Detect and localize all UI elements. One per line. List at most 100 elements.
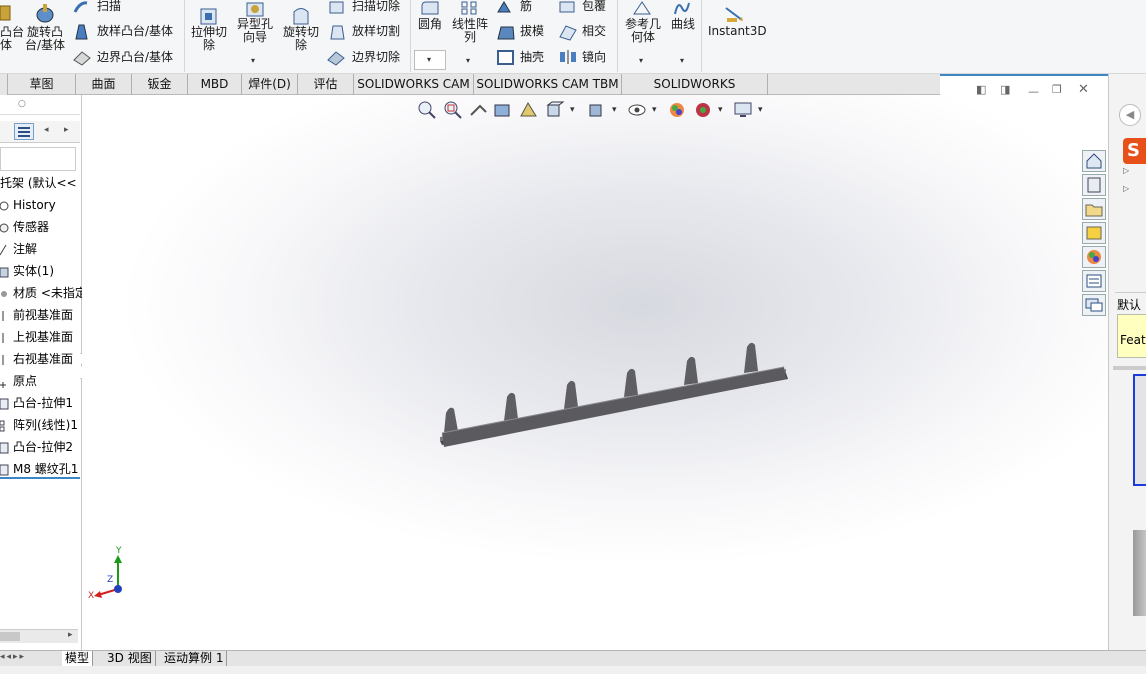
bracket-tooth-3[interactable] (564, 380, 578, 409)
boundary-cut-icon[interactable] (326, 48, 346, 66)
tab-solidworks-cam-tbm[interactable]: SOLIDWORKS CAM TBM (474, 74, 622, 95)
scroll-right-icon[interactable]: ▸ (68, 630, 73, 640)
bracket-base-bar[interactable] (442, 367, 786, 447)
fillet-icon[interactable] (420, 0, 440, 16)
reference-geometry-label-2[interactable]: 何体 (622, 31, 664, 44)
linear-pattern-label-2[interactable]: 列 (449, 31, 491, 44)
swept-cut-label[interactable]: 扫描切除 (352, 0, 400, 13)
previous-view-icon[interactable] (468, 99, 490, 121)
draft-label[interactable]: 拔模 (520, 25, 544, 38)
hide-show-dropdown-icon[interactable]: ▾ (652, 105, 657, 115)
intersect-label[interactable]: 相交 (582, 25, 606, 38)
view-settings-dropdown-icon[interactable]: ▾ (758, 105, 763, 115)
tree-item-label[interactable]: 实体(1) (13, 264, 54, 278)
curves-dropdown-icon[interactable]: ▾ (680, 56, 684, 65)
instant3d-icon[interactable] (723, 4, 747, 24)
extrude-boss-icon[interactable] (0, 2, 12, 24)
sweep-icon[interactable] (72, 0, 90, 14)
fillet-dropdown[interactable]: ▾ (414, 50, 446, 70)
bracket-tooth-1[interactable] (444, 407, 458, 433)
fillet-dropdown-icon[interactable]: ▾ (427, 55, 431, 64)
scrollbar-thumb[interactable] (0, 632, 20, 641)
wrap-label[interactable]: 包覆 (582, 0, 606, 13)
document-prev-icon[interactable]: ◧ (976, 83, 986, 96)
tree-item-label[interactable]: History (13, 198, 56, 212)
wrap-icon[interactable] (558, 0, 578, 14)
close-document-icon[interactable]: ✕ (1078, 82, 1089, 97)
tree-item-sensors[interactable]: 传感器 (0, 217, 49, 237)
hide-show-items-icon[interactable] (626, 99, 648, 121)
preview-thumbnail-2[interactable] (1133, 530, 1146, 616)
tree-item-boss-extrude1[interactable]: 凸台-拉伸1 (0, 393, 73, 413)
boundary-cut-label[interactable]: 边界切除 (352, 51, 400, 64)
part-model-bracket[interactable] (432, 335, 792, 455)
file-explorer-icon[interactable] (1082, 198, 1106, 220)
graphics-area[interactable]: ▾ ▾ ▾ ▾ ▾ ◧ ◨ — ❐ ✕ Y Z X (82, 82, 1108, 650)
bracket-tooth-4[interactable] (624, 368, 638, 397)
tree-item-linear-pattern1[interactable]: 阵列(线性)1 (0, 415, 78, 435)
tab-weldments[interactable]: 焊件(D) (242, 74, 298, 95)
bracket-tooth-6[interactable] (744, 342, 758, 373)
tree-item-front-plane[interactable]: 前视基准面 (0, 305, 73, 325)
dynamic-annotation-view-icon[interactable] (518, 99, 540, 121)
tree-item-label[interactable]: 凸台-拉伸2 (13, 440, 73, 454)
hole-wizard-label-2[interactable]: 向导 (233, 31, 277, 44)
tree-item-label[interactable]: 凸台-拉伸1 (13, 396, 73, 410)
tree-item-label[interactable]: 前视基准面 (13, 308, 73, 322)
back-icon[interactable]: ◀ (1119, 104, 1141, 126)
extrude-cut-icon[interactable] (199, 6, 219, 26)
tree-item-label[interactable]: 右视基准面 (13, 352, 73, 366)
zoom-to-area-icon[interactable] (442, 99, 464, 121)
tab-motion-study-1[interactable]: 运动算例 1 (161, 651, 228, 667)
custom-properties-icon[interactable] (1082, 270, 1106, 292)
apply-scene-icon[interactable] (692, 99, 714, 121)
bracket-tooth-5[interactable] (684, 356, 698, 385)
mirror-label[interactable]: 镜向 (582, 51, 606, 64)
reference-geometry-dropdown-icon[interactable]: ▾ (639, 56, 643, 65)
tree-filter-box[interactable] (0, 147, 76, 171)
section-view-icon[interactable] (492, 99, 514, 121)
tree-item-label[interactable]: 阵列(线性)1 (13, 418, 78, 432)
hole-wizard-icon[interactable] (244, 0, 266, 18)
appearances-icon[interactable] (1082, 246, 1106, 268)
tree-item-history[interactable]: History (0, 195, 56, 215)
view-orientation-dropdown-icon[interactable]: ▾ (570, 105, 575, 115)
intersect-icon[interactable] (558, 23, 578, 41)
rib-label[interactable]: 筋 (520, 0, 532, 13)
mirror-icon[interactable] (558, 48, 578, 66)
tree-item-origin[interactable]: 原点 (0, 371, 37, 391)
revolve-boss-icon[interactable] (34, 2, 56, 24)
tab-sketch[interactable]: 草图 (8, 74, 76, 95)
restore-icon[interactable]: ❐ (1052, 83, 1062, 96)
zoom-to-fit-icon[interactable] (416, 99, 438, 121)
tree-item-label[interactable]: 注解 (13, 242, 37, 256)
display-style-icon[interactable] (586, 99, 608, 121)
tree-item-top-plane[interactable]: 上视基准面 (0, 327, 73, 347)
tree-root-label[interactable]: 托架 (默认<< (0, 176, 77, 190)
curves-label[interactable]: 曲线 (671, 18, 695, 31)
tab-scroll-right-icon[interactable]: ▸ (64, 125, 69, 135)
tab-model[interactable]: 模型 (62, 651, 94, 667)
tab-mbd[interactable]: MBD (188, 74, 242, 95)
tree-root-part[interactable]: 托架 (默认<< (0, 173, 77, 193)
lofted-cut-icon[interactable] (328, 23, 346, 41)
tree-item-label[interactable]: 传感器 (13, 220, 49, 234)
tree-item-label[interactable]: M8 螺纹孔1 (13, 462, 78, 476)
swept-cut-icon[interactable] (328, 0, 346, 14)
loft-boss-label[interactable]: 放样凸台/基体 (97, 25, 173, 38)
tree-expand-icon-2[interactable]: ▷ (1123, 184, 1129, 193)
hole-wizard-dropdown-icon[interactable]: ▾ (251, 56, 255, 65)
sweep-label[interactable]: 扫描 (97, 0, 121, 13)
tree-item-m8-tapped-hole1[interactable]: M8 螺纹孔1 (0, 459, 80, 479)
curves-icon[interactable] (672, 0, 692, 16)
boundary-boss-label[interactable]: 边界凸台/基体 (97, 51, 173, 64)
tab-evaluate[interactable]: 评估 (298, 74, 354, 95)
tree-item-annotations[interactable]: 注解 (0, 239, 37, 259)
bracket-tooth-2[interactable] (504, 392, 518, 421)
tree-item-right-plane[interactable]: 右视基准面 (0, 349, 73, 369)
rib-icon[interactable] (496, 0, 514, 14)
tree-item-material[interactable]: 材质 <未指定 (0, 283, 87, 303)
tree-expand-icon[interactable]: ▷ (1123, 166, 1129, 175)
tab-scroll-left-icon[interactable]: ◂ (44, 125, 49, 135)
edit-appearance-icon[interactable] (666, 99, 688, 121)
